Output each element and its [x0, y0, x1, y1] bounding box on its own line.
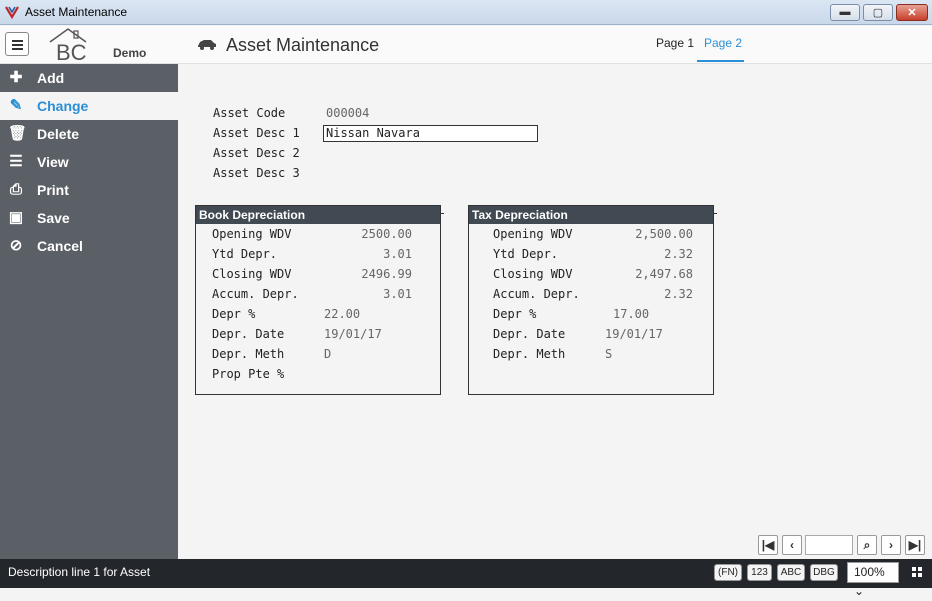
tax-depreciation-panel: Tax Depreciation Opening WDV 2,500.00 Ytd…	[468, 205, 714, 395]
asset-desc2-label: Asset Desc 2	[213, 146, 300, 160]
app-icon	[5, 6, 19, 19]
sidebar-item-label: View	[37, 154, 69, 170]
app-header: BC Demo Asset Maintenance Page 1 Page 2	[0, 26, 932, 64]
sidebar-item-cancel[interactable]: ⊘ Cancel	[0, 232, 178, 260]
status-badge-fn[interactable]: (FN)	[714, 564, 742, 581]
book-row-depr-meth: Depr. Meth D	[212, 347, 332, 361]
last-page-button[interactable]: ▶|	[905, 535, 925, 555]
status-bar: Description line 1 for Asset (FN) 123 AB…	[0, 559, 932, 598]
asset-code-value: 000004	[326, 106, 370, 120]
minimize-icon: ▬	[839, 6, 851, 18]
previous-page-button[interactable]: ‹	[782, 535, 802, 555]
grid-icon[interactable]	[912, 567, 922, 577]
sidebar-item-label: Change	[37, 98, 89, 114]
asset-desc1-label: Asset Desc 1	[213, 126, 300, 140]
sidebar-item-label: Print	[37, 182, 69, 198]
floppy-icon: ▣	[8, 209, 24, 226]
pencil-icon: ✎	[9, 97, 23, 114]
last-icon: ▶|	[908, 538, 922, 552]
book-row-closing-wdv: Closing WDV 2496.99	[212, 267, 412, 281]
zoom-value: 100%	[854, 565, 885, 579]
book-row-prop-pte: Prop Pte %	[212, 367, 285, 381]
sidebar-item-add[interactable]: ✚ Add	[0, 64, 178, 92]
tax-row-accum-depr: Accum. Depr. 2.32	[493, 287, 693, 301]
first-icon: |◀	[761, 538, 775, 552]
tax-row-ytd-depr: Ytd Depr. 2.32	[493, 247, 693, 261]
sidebar-item-save[interactable]: ▣ Save	[0, 204, 178, 232]
asset-code-label: Asset Code	[213, 106, 286, 120]
sidebar: ✚ Add ✎ Change 🗑 Delete ☰ View ⎙ Print ▣…	[0, 64, 178, 559]
asset-desc3-label: Asset Desc 3	[213, 166, 300, 180]
tax-row-opening-wdv: Opening WDV 2,500.00	[493, 227, 693, 241]
next-page-button[interactable]: ›	[881, 535, 901, 555]
printer-icon: ⎙	[9, 181, 22, 198]
car-icon	[198, 40, 216, 50]
hamburger-icon	[12, 40, 23, 42]
logo-text: BC	[56, 40, 87, 64]
status-badge-dbg[interactable]: DBG	[810, 564, 838, 581]
page-number-input[interactable]	[805, 535, 853, 555]
window-title: Asset Maintenance	[25, 5, 128, 19]
minimize-button[interactable]: ▬	[830, 4, 860, 21]
status-badge-abc[interactable]: ABC	[777, 564, 805, 581]
cancel-icon: ⊘	[9, 237, 23, 254]
asset-desc1-input[interactable]: Nissan Navara	[323, 125, 538, 142]
trash-icon: 🗑	[8, 125, 28, 142]
next-icon: ›	[889, 538, 893, 552]
book-row-opening-wdv: Opening WDV 2500.00	[212, 227, 412, 241]
sidebar-item-delete[interactable]: 🗑 Delete	[0, 120, 178, 148]
book-row-ytd-depr: Ytd Depr. 3.01	[212, 247, 412, 261]
sidebar-item-view[interactable]: ☰ View	[0, 148, 178, 176]
zoom-select[interactable]: 100% ⌄	[847, 562, 899, 598]
book-depreciation-title: Book Depreciation	[196, 206, 440, 224]
chevron-down-icon: ⌄	[854, 584, 865, 598]
panel-divider	[713, 213, 717, 214]
tax-row-depr-pct: Depr % 17.00	[493, 307, 650, 321]
panel-divider	[440, 213, 444, 214]
first-page-button[interactable]: |◀	[758, 535, 778, 555]
search-icon: ⌕	[863, 538, 871, 552]
status-badge-123[interactable]: 123	[747, 564, 772, 581]
sidebar-item-print[interactable]: ⎙ Print	[0, 176, 178, 204]
page-title: Asset Maintenance	[226, 35, 380, 55]
maximize-button[interactable]: ▢	[863, 4, 893, 21]
sidebar-item-label: Save	[37, 210, 70, 226]
tax-depreciation-title: Tax Depreciation	[469, 206, 713, 224]
sidebar-item-label: Delete	[37, 126, 80, 142]
tab-page-2[interactable]: Page 2	[704, 36, 742, 50]
book-row-depr-pct: Depr % 22.00	[212, 307, 361, 321]
list-icon: ☰	[9, 153, 23, 170]
tab-page-1[interactable]: Page 1	[656, 36, 694, 50]
house-logo-icon: BC	[49, 28, 87, 64]
book-row-depr-date: Depr. Date 19/01/17	[212, 327, 382, 341]
search-button[interactable]: ⌕	[857, 535, 877, 555]
sidebar-item-label: Add	[37, 70, 65, 86]
logo-demo-label: Demo	[113, 46, 147, 60]
status-message: Description line 1 for Asset	[8, 565, 151, 579]
logo: BC Demo	[48, 26, 148, 64]
close-button[interactable]: ✕	[896, 4, 928, 21]
tax-row-depr-date: Depr. Date 19/01/17	[493, 327, 663, 341]
book-row-accum-depr: Accum. Depr. 3.01	[212, 287, 412, 301]
sidebar-item-label: Cancel	[37, 238, 83, 254]
window-titlebar: Asset Maintenance ▬ ▢ ✕	[0, 0, 932, 25]
active-tab-indicator	[697, 60, 744, 62]
prev-icon: ‹	[790, 538, 794, 552]
close-icon: ✕	[907, 7, 917, 19]
hamburger-menu-button[interactable]	[5, 32, 29, 56]
maximize-icon: ▢	[872, 7, 884, 19]
tax-row-closing-wdv: Closing WDV 2,497.68	[493, 267, 693, 281]
sidebar-item-change[interactable]: ✎ Change	[0, 92, 178, 120]
book-depreciation-panel: Book Depreciation Opening WDV 2500.00 Ytd…	[195, 205, 441, 395]
plus-icon: ✚	[9, 69, 23, 86]
tax-row-depr-meth: Depr. Meth S	[493, 347, 613, 361]
